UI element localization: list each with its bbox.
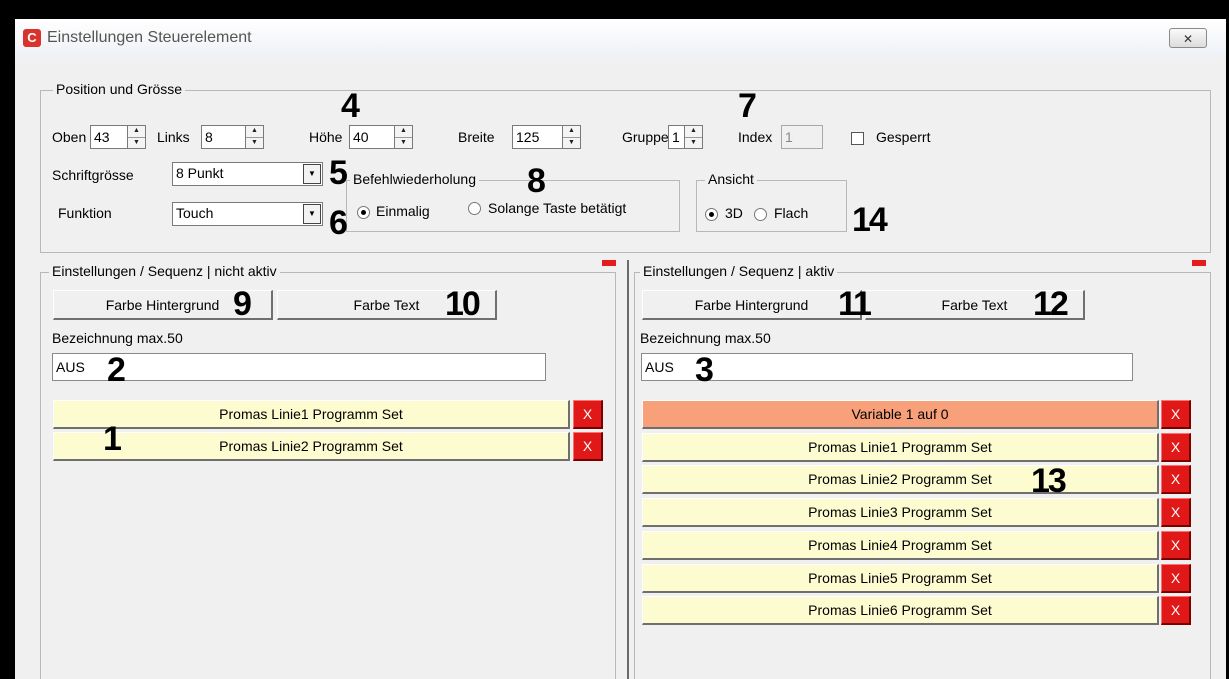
schriftgroesse-label: Schriftgrösse [52,167,134,183]
right-panel-legend: Einstellungen / Sequenz | aktiv [640,263,838,279]
chevron-down-icon[interactable]: ▼ [303,204,321,224]
annotation-12: 12 [1033,285,1069,323]
oben-spinner[interactable]: 43 ▲ ▼ [90,125,146,149]
down-arrow-icon[interactable]: ▼ [128,136,145,149]
right-sequence-item[interactable]: Promas Linie3 Programm Set [642,498,1159,527]
hoehe-label: Höhe [309,129,343,145]
right-bez-input[interactable]: AUS [641,353,1133,381]
down-arrow-icon[interactable]: ▼ [246,136,263,149]
chevron-down-icon[interactable]: ▼ [303,164,321,184]
down-arrow-icon[interactable]: ▼ [395,136,412,149]
breite-input[interactable]: 125 [512,125,563,149]
gruppe-label: Gruppe [622,129,669,145]
annotation-7: 7 [738,87,757,125]
annotation-14: 14 [852,201,888,239]
up-arrow-icon[interactable]: ▲ [128,126,145,137]
position-legend: Position und Grösse [53,81,186,97]
annotation-11: 11 [838,285,872,323]
annotation-2: 2 [107,351,126,389]
oben-label: Oben [52,129,87,145]
annotation-9: 9 [233,285,252,323]
flach-label: Flach [774,205,809,221]
left-sequence-item[interactable]: Promas Linie2 Programm Set [53,432,570,461]
hoehe-input[interactable]: 40 [349,125,395,149]
annotation-5: 5 [329,154,348,192]
app-icon: C [23,29,41,47]
links-spinner[interactable]: 8 ▲ ▼ [201,125,264,149]
settings-window: C Einstellungen Steuerelement ✕ Position… [15,19,1226,679]
annotation-6: 6 [329,204,348,242]
funktion-label: Funktion [58,205,112,221]
close-button[interactable]: ✕ [1169,28,1207,48]
right-sequence-item[interactable]: Promas Linie6 Programm Set [642,596,1159,625]
annotation-10: 10 [445,285,481,323]
delete-button[interactable]: X [1161,465,1191,494]
gesperrt-label: Gesperrt [876,129,931,145]
solange-label: Solange Taste betätigt [488,200,627,216]
3d-label: 3D [725,205,743,221]
breite-label: Breite [458,129,495,145]
right-sequence-item[interactable]: Promas Linie4 Programm Set [642,531,1159,560]
delete-button[interactable]: X [1161,564,1191,593]
index-input: 1 [781,125,823,149]
left-bez-label: Bezeichnung max.50 [52,330,183,346]
left-status-indicator [602,260,616,266]
links-label: Links [157,129,190,145]
delete-button[interactable]: X [1161,400,1191,429]
schriftgroesse-select[interactable]: 8 Punkt ▼ [172,162,323,186]
title-bar: C Einstellungen Steuerelement ✕ [15,19,1226,57]
annotation-13: 13 [1031,462,1067,500]
right-bg-color-button[interactable]: Farbe Hintergrund [642,290,862,320]
index-label: Index [738,129,773,145]
delete-button[interactable]: X [573,432,603,461]
right-status-indicator [1192,260,1206,266]
left-panel-legend: Einstellungen / Sequenz | nicht aktiv [49,263,280,279]
panel-divider [627,260,629,679]
down-arrow-icon[interactable]: ▼ [563,136,580,149]
annotation-1: 1 [103,420,122,458]
right-sequence-item[interactable]: Promas Linie5 Programm Set [642,564,1159,593]
einmalig-radio[interactable] [357,206,370,219]
right-sequence-item[interactable]: Promas Linie1 Programm Set [642,433,1159,462]
flach-radio[interactable] [754,208,767,221]
up-arrow-icon[interactable]: ▲ [246,126,263,137]
solange-radio[interactable] [468,202,481,215]
left-bez-input[interactable]: AUS [52,353,546,381]
delete-button[interactable]: X [1161,531,1191,560]
befehl-legend: Befehlwiederholung [350,171,479,187]
annotation-4: 4 [341,87,360,125]
breite-spinner[interactable]: 125 ▲ ▼ [512,125,581,149]
ansicht-legend: Ansicht [705,171,757,187]
delete-button[interactable]: X [1161,498,1191,527]
window-title: Einstellungen Steuerelement [47,29,252,46]
index-field: 1 [781,125,823,149]
up-arrow-icon[interactable]: ▲ [563,126,580,137]
delete-button[interactable]: X [1161,596,1191,625]
left-sequence-item[interactable]: Promas Linie1 Programm Set [53,400,570,429]
delete-button[interactable]: X [1161,433,1191,462]
up-arrow-icon[interactable]: ▲ [395,126,412,137]
down-arrow-icon[interactable]: ▼ [685,136,702,149]
schriftgroesse-value: 8 Punkt [176,165,224,181]
annotation-8: 8 [527,162,546,200]
right-bez-label: Bezeichnung max.50 [640,330,771,346]
funktion-select[interactable]: Touch ▼ [172,202,323,226]
delete-button[interactable]: X [573,400,603,429]
annotation-3: 3 [695,351,714,389]
funktion-value: Touch [176,205,214,221]
gruppe-spinner[interactable]: 1 ▲ ▼ [668,125,703,149]
right-sequence-item[interactable]: Promas Linie2 Programm Set [642,465,1159,494]
links-input[interactable]: 8 [201,125,246,149]
right-sequence-item-highlighted[interactable]: Variable 1 auf 0 [642,400,1159,429]
oben-input[interactable]: 43 [90,125,128,149]
einmalig-label: Einmalig [376,203,430,219]
3d-radio[interactable] [705,208,718,221]
ansicht-group: Ansicht [696,171,847,232]
hoehe-spinner[interactable]: 40 ▲ ▼ [349,125,413,149]
up-arrow-icon[interactable]: ▲ [685,126,702,137]
gruppe-input[interactable]: 1 [668,125,685,149]
gesperrt-checkbox[interactable] [851,132,864,145]
